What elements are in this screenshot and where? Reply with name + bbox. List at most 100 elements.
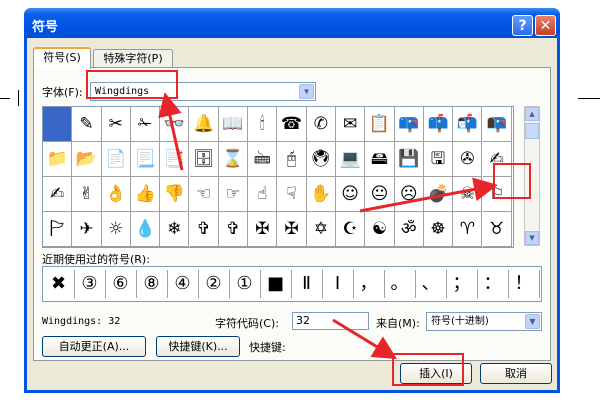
help-button[interactable]: ? xyxy=(512,15,533,36)
symbol-cell[interactable]: ✞ xyxy=(218,212,249,247)
recent-symbol-cell[interactable]: ， xyxy=(353,270,385,298)
symbol-cell[interactable]: 💧 xyxy=(130,212,161,247)
recent-symbol-cell[interactable]: ； xyxy=(446,270,478,298)
window-title: 符号 xyxy=(32,20,59,35)
symbol-cell[interactable]: ✋ xyxy=(306,177,336,212)
symbol-cell[interactable]: ✠ xyxy=(277,212,307,247)
symbol-cell[interactable]: ✆ xyxy=(306,107,336,142)
symbol-cell[interactable]: ✠ xyxy=(248,212,278,247)
symbol-cell[interactable]: 🔔 xyxy=(189,107,219,142)
recent-symbol-cell[interactable]: ■ xyxy=(260,270,292,298)
symbol-cell[interactable]: ✂ xyxy=(101,107,131,142)
recent-symbol-cell[interactable]: 、 xyxy=(415,270,447,298)
symbol-cell[interactable]: 📁 xyxy=(43,142,73,177)
recent-symbol-cell[interactable]: ： xyxy=(477,270,509,298)
symbol-cell[interactable]: ☟ xyxy=(277,177,307,212)
symbol-cell[interactable]: 📪 xyxy=(394,107,424,142)
symbol-cell[interactable]: 📫 xyxy=(423,107,454,142)
symbol-cell[interactable] xyxy=(43,107,73,142)
symbol-cell[interactable]: 👌 xyxy=(101,177,131,212)
symbol-cell[interactable]: ☹ xyxy=(394,177,424,212)
symbol-cell[interactable]: ✎ xyxy=(72,107,102,142)
chevron-down-icon[interactable]: ▼ xyxy=(525,314,540,329)
symbol-cell[interactable]: ✈ xyxy=(72,212,102,247)
from-select[interactable]: 符号(十进制) ▼ xyxy=(426,312,542,331)
symbol-cell[interactable]: ☼ xyxy=(101,212,131,247)
char-code-input[interactable]: 32 xyxy=(292,312,369,330)
symbol-cell[interactable]: ☝ xyxy=(248,177,278,212)
symbol-cell[interactable]: ☠ xyxy=(453,177,483,212)
chevron-down-icon[interactable]: ▼ xyxy=(299,84,314,99)
symbol-cell[interactable]: ✞ xyxy=(189,212,219,247)
symbols-panel: 字体(F): Wingdings ▼ ✎ ✂ ✁ 👓 🔔 📖 🕯 ☎ ✆ ✉ 📋 📪 📫 📬 📭 📁 📂 📄 📃 📑 🗄… xyxy=(33,67,551,361)
symbol-cell[interactable]: ✉ xyxy=(336,107,366,142)
title-bar: 符号 ? ✕ xyxy=(24,8,560,38)
symbol-cell[interactable]: ♉ xyxy=(482,212,512,247)
cancel-button[interactable]: 取消 xyxy=(480,363,552,384)
close-button[interactable]: ✕ xyxy=(535,15,556,36)
symbol-cell[interactable]: 🗄 xyxy=(189,142,219,177)
symbol-cell[interactable]: ॐ xyxy=(394,212,424,247)
symbol-cell[interactable]: ☎ xyxy=(277,107,307,142)
recent-symbol-cell[interactable]: Ⅱ xyxy=(291,270,323,298)
recent-symbol-cell[interactable]: ⑧ xyxy=(136,270,168,298)
scroll-up-button[interactable]: ▲ xyxy=(525,107,539,121)
recent-symbol-cell[interactable]: ④ xyxy=(167,270,199,298)
symbol-cell[interactable]: 🖴 xyxy=(365,142,395,177)
shortcut-key-button[interactable]: 快捷键(K)... xyxy=(156,336,240,357)
symbol-cell[interactable]: 💻 xyxy=(336,142,366,177)
scroll-down-button[interactable]: ▼ xyxy=(525,231,539,245)
autocorrect-button[interactable]: 自动更正(A)... xyxy=(42,336,146,357)
symbol-cell[interactable]: 📑 xyxy=(160,142,190,177)
symbol-cell[interactable]: ✇ xyxy=(453,142,483,177)
symbol-cell[interactable]: 🖮 xyxy=(248,142,278,177)
font-code-readout: Wingdings: 32 xyxy=(42,316,121,327)
symbol-cell[interactable]: ⌛ xyxy=(218,142,249,177)
scroll-thumb[interactable] xyxy=(525,123,539,139)
symbol-cell[interactable]: 👓 xyxy=(160,107,190,142)
symbol-grid: ✎ ✂ ✁ 👓 🔔 📖 🕯 ☎ ✆ ✉ 📋 📪 📫 📬 📭 📁 📂 📄 📃 📑 🗄 ⌛ 🖮 🖰 🖲 💻 🖴 💾 🖫 ✇ ✍ ✍ ✌ 👌 👍 👎 ☜ ☞ ☝ ☟… xyxy=(42,106,514,248)
symbol-cell[interactable]: 📃 xyxy=(130,142,161,177)
symbol-dialog: 符号 ? ✕ 符号(S) 特殊字符(P) 字体(F): Wingdings ▼ … xyxy=(24,8,560,393)
symbol-cell[interactable]: ☺ xyxy=(336,177,366,212)
tab-special-characters[interactable]: 特殊字符(P) xyxy=(93,49,173,69)
symbol-cell[interactable]: ☞ xyxy=(218,177,249,212)
symbol-cell[interactable]: ✍ xyxy=(43,177,73,212)
symbol-cell[interactable]: 🖫 xyxy=(423,142,454,177)
recent-symbol-cell[interactable]: ⑥ xyxy=(105,270,137,298)
symbol-cell[interactable]: ☯ xyxy=(365,212,395,247)
symbol-cell[interactable]: 📬 xyxy=(453,107,483,142)
symbol-cell[interactable]: 📄 xyxy=(101,142,131,177)
symbol-cell[interactable]: ♈ xyxy=(453,212,483,247)
symbol-cell[interactable]: 🏱 xyxy=(43,212,73,247)
recent-symbol-cell[interactable]: ③ xyxy=(74,270,106,298)
symbol-cell[interactable]: 💾 xyxy=(394,142,424,177)
symbol-cell[interactable]: ☜ xyxy=(189,177,219,212)
recent-symbol-cell[interactable]: ① xyxy=(229,270,261,298)
bg-line-right xyxy=(578,98,600,99)
symbol-cell[interactable]: 🕯 xyxy=(248,107,278,142)
symbol-cell[interactable]: ☸ xyxy=(423,212,454,247)
symbol-cell[interactable]: ✡ xyxy=(306,212,336,247)
symbol-cell[interactable]: 📭 xyxy=(482,107,512,142)
symbol-cell[interactable]: ✁ xyxy=(130,107,161,142)
recent-symbol-cell[interactable]: ！ xyxy=(508,270,540,298)
symbol-cell[interactable]: 📂 xyxy=(72,142,102,177)
symbol-cell[interactable]: ✌ xyxy=(72,177,102,212)
symbol-cell[interactable]: 💣 xyxy=(423,177,454,212)
symbol-cell[interactable]: 😐 xyxy=(365,177,395,212)
symbol-cell[interactable]: 📖 xyxy=(218,107,249,142)
symbol-cell[interactable]: 🖲 xyxy=(306,142,336,177)
symbol-cell[interactable]: 👎 xyxy=(160,177,190,212)
symbol-cell[interactable]: 📋 xyxy=(365,107,395,142)
recent-symbol-cell[interactable]: Ⅰ xyxy=(322,270,354,298)
symbol-cell[interactable]: ☪ xyxy=(336,212,366,247)
recent-symbol-cell[interactable]: ② xyxy=(198,270,230,298)
symbol-cell[interactable]: 🖰 xyxy=(277,142,307,177)
symbol-cell[interactable]: ❄ xyxy=(160,212,190,247)
symbol-cell[interactable]: 👍 xyxy=(130,177,161,212)
char-code-value: 32 xyxy=(296,314,310,327)
recent-symbol-cell[interactable]: 。 xyxy=(384,270,416,298)
tab-symbols[interactable]: 符号(S) xyxy=(33,47,91,69)
recent-symbol-cell[interactable]: ✖ xyxy=(43,270,75,298)
